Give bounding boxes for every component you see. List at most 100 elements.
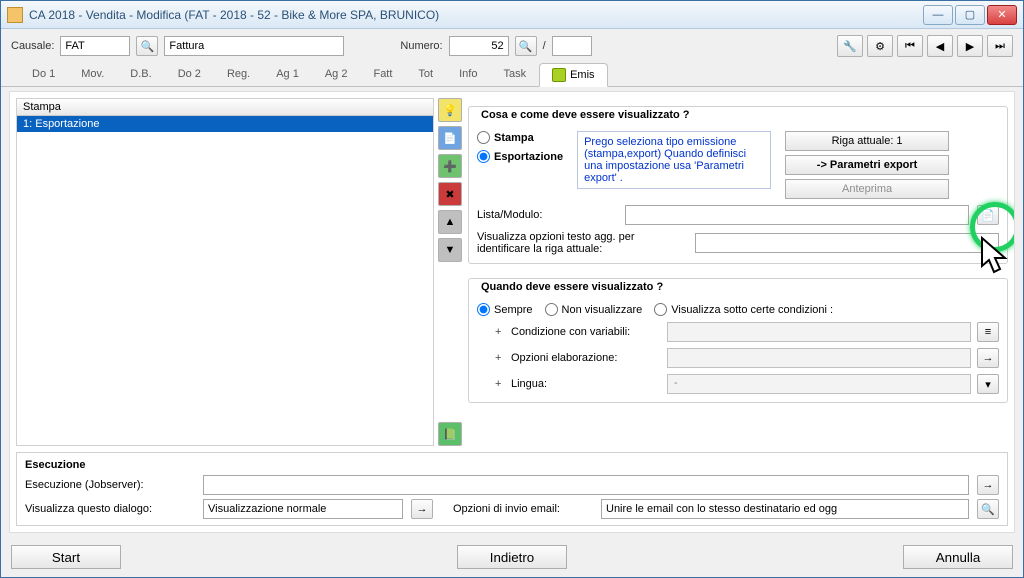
causale-lookup-button[interactable]: 🔍 — [136, 36, 158, 56]
esecuzione-title: Esecuzione — [25, 459, 999, 471]
causale-label: Causale: — [11, 40, 54, 52]
what-radios: Stampa Esportazione — [477, 131, 563, 163]
when-radios: Sempre Non visualizzare Visualizza sotto… — [477, 303, 999, 316]
nav-prev-button[interactable]: ◀ — [927, 35, 953, 57]
elaborazione-label: Opzioni elaborazione: — [511, 352, 661, 364]
start-button[interactable]: Start — [11, 545, 121, 569]
radio-sempre[interactable]: Sempre — [477, 303, 533, 316]
radio-stampa[interactable]: Stampa — [477, 131, 563, 144]
lista-modulo-input[interactable] — [625, 205, 969, 225]
up-icon[interactable]: ▲ — [438, 210, 462, 234]
email-lookup-button[interactable]: 🔍 — [977, 499, 999, 519]
tool-button-1[interactable]: 🔧 — [837, 35, 863, 57]
nav-next-button[interactable]: ▶ — [957, 35, 983, 57]
header-bar: Causale: 🔍 Numero: 🔍 / 🔧 ⚙ ⏮ ◀ ▶ ⏭ — [1, 29, 1023, 63]
tab-mov[interactable]: Mov. — [68, 63, 117, 87]
jobserver-button[interactable]: → — [977, 475, 999, 495]
lista-modulo-label: Lista/Modulo: — [477, 209, 617, 221]
lista-modulo-lookup-button[interactable]: 📄 — [977, 205, 999, 225]
numero-separator: / — [543, 40, 546, 52]
condizione-button[interactable]: ≡ — [977, 322, 999, 342]
dialog-input[interactable] — [203, 499, 403, 519]
dialog-label: Visualizza questo dialogo: — [25, 503, 195, 515]
footer: Start Indietro Annulla — [1, 537, 1023, 577]
radio-condizioni-label: Visualizza sotto certe condizioni : — [671, 304, 833, 316]
lingua-dropdown-button[interactable]: ▾ — [977, 374, 999, 394]
nav-buttons: 🔧 ⚙ ⏮ ◀ ▶ ⏭ — [837, 35, 1013, 57]
minimize-button[interactable]: — — [923, 5, 953, 25]
nav-first-button[interactable]: ⏮ — [897, 35, 923, 57]
jobserver-label: Esecuzione (Jobserver): — [25, 479, 195, 491]
list-row-1[interactable]: 1: Esportazione — [17, 116, 433, 132]
numero-input[interactable] — [449, 36, 509, 56]
radio-non-visualizzare[interactable]: Non visualizzare — [545, 303, 643, 316]
elaborazione-button[interactable]: → — [977, 348, 999, 368]
radio-sempre-label: Sempre — [494, 304, 533, 316]
opzioni-testo-row: Visualizza opzioni testo agg. per identi… — [477, 231, 999, 255]
condizione-label: Condizione con variabili: — [511, 326, 661, 338]
parametri-export-button[interactable]: -> Parametri export — [785, 155, 949, 175]
what-row: Stampa Esportazione Prego seleziona tipo… — [477, 131, 999, 199]
tab-bar: Do 1 Mov. D.B. Do 2 Reg. Ag 1 Ag 2 Fatt … — [1, 63, 1023, 87]
tab-do2[interactable]: Do 2 — [165, 63, 214, 87]
plus-icon: + — [495, 378, 505, 390]
tab-task[interactable]: Task — [490, 63, 539, 87]
dialog-button[interactable]: → — [411, 499, 433, 519]
lista-modulo-row: Lista/Modulo: 📄 — [477, 205, 999, 225]
tab-emis-label: Emis — [570, 69, 594, 81]
tab-ag1[interactable]: Ag 1 — [263, 63, 312, 87]
email-label: Opzioni di invio email: — [453, 503, 593, 515]
condizione-field — [667, 322, 971, 342]
down-icon[interactable]: ▼ — [438, 238, 462, 262]
indietro-button[interactable]: Indietro — [457, 545, 567, 569]
radio-non-visualizzare-label: Non visualizzare — [562, 304, 643, 316]
content-area: Stampa 1: Esportazione 💡 📄 ➕ ✖ ▲ ▼ 📗 Cos… — [9, 91, 1015, 533]
tab-info[interactable]: Info — [446, 63, 490, 87]
tab-db[interactable]: D.B. — [117, 63, 164, 87]
list-pane[interactable]: Stampa 1: Esportazione — [16, 98, 434, 446]
tab-reg[interactable]: Reg. — [214, 63, 263, 87]
tool-button-2[interactable]: ⚙ — [867, 35, 893, 57]
group-what: Cosa e come deve essere visualizzato ? S… — [468, 106, 1008, 264]
condizione-row: + Condizione con variabili: ≡ — [495, 322, 999, 342]
commit-icon[interactable]: 📗 — [438, 422, 462, 446]
tab-ag2[interactable]: Ag 2 — [312, 63, 361, 87]
main-area: Stampa 1: Esportazione 💡 📄 ➕ ✖ ▲ ▼ 📗 Cos… — [16, 98, 1008, 446]
plus-icon: + — [495, 326, 505, 338]
lingua-field: - — [667, 374, 971, 394]
nav-last-button[interactable]: ⏭ — [987, 35, 1013, 57]
delete-icon[interactable]: ✖ — [438, 182, 462, 206]
window-controls: — ▢ ✕ — [923, 5, 1017, 25]
right-buttons: Riga attuale: 1 -> Parametri export Ante… — [785, 131, 949, 199]
list-header: Stampa — [17, 99, 433, 116]
numero-suffix-input[interactable] — [552, 36, 592, 56]
email-input[interactable] — [601, 499, 969, 519]
tab-emis[interactable]: Emis — [539, 63, 607, 87]
numero-lookup-button[interactable]: 🔍 — [515, 36, 537, 56]
elaborazione-field — [667, 348, 971, 368]
causale-code-input[interactable] — [60, 36, 130, 56]
tab-tot[interactable]: Tot — [405, 63, 446, 87]
help-text: Prego seleziona tipo emissione (stampa,e… — [577, 131, 771, 189]
close-button[interactable]: ✕ — [987, 5, 1017, 25]
app-window: CA 2018 - Vendita - Modifica (FAT - 2018… — [0, 0, 1024, 578]
new-icon[interactable]: 📄 — [438, 126, 462, 150]
radio-condizioni[interactable]: Visualizza sotto certe condizioni : — [654, 303, 833, 316]
tab-fatt[interactable]: Fatt — [360, 63, 405, 87]
lightbulb-icon[interactable]: 💡 — [438, 98, 462, 122]
add-icon[interactable]: ➕ — [438, 154, 462, 178]
group-esecuzione: Esecuzione Esecuzione (Jobserver): → Vis… — [16, 452, 1008, 526]
lingua-row: + Lingua: - ▾ — [495, 374, 999, 394]
app-icon — [7, 7, 23, 23]
emis-tab-icon — [552, 68, 566, 82]
opzioni-testo-input[interactable] — [695, 233, 999, 253]
anteprima-button[interactable]: Anteprima — [785, 179, 949, 199]
group-what-title: Cosa e come deve essere visualizzato ? — [477, 109, 694, 121]
causale-desc-input[interactable] — [164, 36, 344, 56]
annulla-button[interactable]: Annulla — [903, 545, 1013, 569]
tab-do1[interactable]: Do 1 — [19, 63, 68, 87]
vertical-toolbar: 💡 📄 ➕ ✖ ▲ ▼ 📗 — [438, 98, 464, 446]
radio-esportazione[interactable]: Esportazione — [477, 150, 563, 163]
jobserver-input[interactable] — [203, 475, 969, 495]
maximize-button[interactable]: ▢ — [955, 5, 985, 25]
